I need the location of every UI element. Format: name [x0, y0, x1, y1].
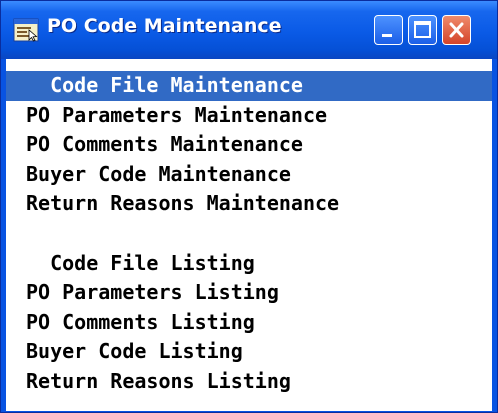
app-window-icon[interactable] [13, 18, 39, 42]
close-icon [449, 22, 464, 38]
menu-list: Code File Maintenance PO Parameters Main… [6, 71, 492, 397]
title-bar[interactable]: PO Code Maintenance [1, 1, 497, 59]
menu-blank-row [6, 219, 492, 249]
menu-item-buyer-code-listing[interactable]: Buyer Code Listing [6, 337, 492, 367]
menu-item-return-reasons-maintenance[interactable]: Return Reasons Maintenance [6, 189, 492, 219]
menu-item-po-parameters-listing[interactable]: PO Parameters Listing [6, 278, 492, 308]
minimize-icon [382, 34, 392, 37]
menu-item-buyer-code-maintenance[interactable]: Buyer Code Maintenance [6, 160, 492, 190]
maximize-icon [414, 21, 431, 38]
menu-item-po-comments-listing[interactable]: PO Comments Listing [6, 308, 492, 338]
minimize-button[interactable] [374, 15, 403, 45]
menu-heading-code-file-listing[interactable]: Code File Listing [6, 249, 492, 279]
close-button[interactable] [442, 15, 471, 45]
menu-item-po-comments-maintenance[interactable]: PO Comments Maintenance [6, 130, 492, 160]
po-code-maintenance-window: PO Code Maintenance Code File Maintenanc… [0, 0, 498, 413]
menu-item-po-parameters-maintenance[interactable]: PO Parameters Maintenance [6, 101, 492, 131]
window-title: PO Code Maintenance [47, 15, 282, 37]
menu-heading-code-file-maintenance[interactable]: Code File Maintenance [6, 71, 492, 101]
maximize-button[interactable] [408, 15, 437, 45]
menu-item-return-reasons-listing[interactable]: Return Reasons Listing [6, 367, 492, 397]
menu-panel: Code File Maintenance PO Parameters Main… [6, 59, 492, 411]
